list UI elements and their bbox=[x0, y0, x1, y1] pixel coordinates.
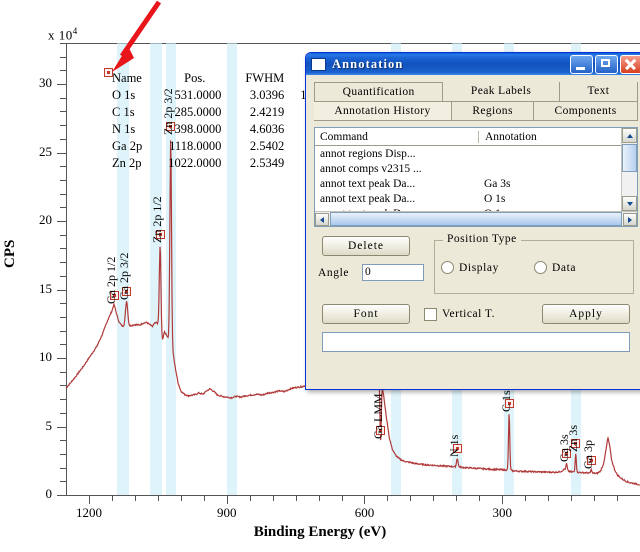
table-row[interactable]: Ga 2p1118.00002.54023 bbox=[112, 138, 319, 155]
angle-label: Angle bbox=[318, 266, 350, 279]
history-col-annotation: Annotation bbox=[485, 130, 537, 143]
table-cell-fw: 2.4219 bbox=[249, 105, 285, 119]
x-axis-title: Binding Energy (eV) bbox=[253, 524, 387, 540]
annotation-dialog[interactable]: Annotation Quantification Peak Labels Text… bbox=[305, 52, 640, 390]
radio-data[interactable]: Data bbox=[534, 261, 627, 274]
command-input[interactable] bbox=[322, 332, 630, 352]
table-row[interactable]: C 1s285.00002.42197 bbox=[112, 104, 319, 121]
radio-data-label: Data bbox=[552, 261, 577, 274]
table-cell-nm: Ga 2p bbox=[112, 139, 143, 153]
tab-quantification[interactable]: Quantification bbox=[314, 82, 444, 102]
close-icon[interactable] bbox=[620, 54, 640, 74]
table-cell-ps: 398.0000 bbox=[174, 122, 222, 136]
red-arrow-icon bbox=[112, 0, 162, 72]
table-row[interactable]: O 1s531.00003.0396101 bbox=[112, 87, 319, 104]
table-row[interactable]: N 1s398.00004.60362 bbox=[112, 121, 319, 138]
annotation-history-list[interactable]: Command Annotation annot regions Disp...… bbox=[314, 127, 638, 227]
vscroll-thumb[interactable] bbox=[622, 144, 637, 172]
scroll-left-icon[interactable] bbox=[315, 212, 329, 226]
table-cell-fw: 2.5402 bbox=[249, 139, 285, 153]
dialog-titlebar[interactable]: Annotation bbox=[306, 53, 640, 75]
peak-label[interactable]: Ga LMM bbox=[371, 394, 386, 440]
table-cell-ps: 1022.0000 bbox=[168, 156, 222, 170]
dialog-tabs-row-2[interactable]: Annotation History Regions Components bbox=[314, 102, 638, 121]
history-command: annot comps v2315 ... bbox=[320, 162, 422, 175]
history-row[interactable]: annot text peak Da... O 1s bbox=[315, 191, 637, 206]
tab-annotation-history[interactable]: Annotation History bbox=[314, 102, 452, 120]
peak-label[interactable]: N 1s bbox=[447, 435, 462, 457]
history-annotation: O 1s bbox=[484, 192, 506, 205]
hscroll-thumb[interactable] bbox=[330, 212, 622, 226]
history-horizontal-scrollbar[interactable] bbox=[315, 211, 637, 226]
history-command: annot text peak Da... bbox=[320, 192, 416, 205]
y-axis-title: CPS bbox=[2, 239, 18, 268]
scroll-down-icon[interactable] bbox=[622, 196, 637, 211]
table-cell-ps: 531.0000 bbox=[174, 88, 222, 102]
history-row[interactable]: annot comps v2315 ... bbox=[315, 161, 637, 176]
checkbox-icon[interactable] bbox=[424, 307, 437, 321]
peak-label[interactable]: Ga 2p 3/2 bbox=[117, 252, 132, 299]
table-cell-nm: Zn 2p bbox=[112, 156, 142, 170]
table-cell-ps: 1118.0000 bbox=[169, 139, 222, 153]
vertical-text-checkbox[interactable]: Vertical T. bbox=[424, 307, 542, 321]
history-col-command: Command bbox=[315, 130, 479, 143]
table-cell-fw: 4.6036 bbox=[249, 122, 285, 136]
dialog-title: Annotation bbox=[332, 56, 404, 71]
tab-text[interactable]: Text bbox=[559, 82, 638, 102]
scroll-right-icon[interactable] bbox=[623, 212, 637, 226]
history-command: annot text peak Da... bbox=[320, 177, 416, 190]
maximize-icon[interactable] bbox=[595, 54, 618, 74]
dialog-tabs-row-1[interactable]: Quantification Peak Labels Text bbox=[314, 82, 638, 102]
vertical-text-label: Vertical T. bbox=[442, 308, 495, 320]
tab-components[interactable]: Components bbox=[534, 102, 638, 120]
history-command: annot regions Disp... bbox=[320, 147, 416, 160]
scroll-up-icon[interactable] bbox=[622, 128, 637, 143]
minimize-icon[interactable] bbox=[570, 54, 593, 74]
angle-input[interactable]: 0 bbox=[362, 264, 424, 281]
position-type-group: Position Type Display Data bbox=[434, 233, 634, 294]
window-icon bbox=[311, 57, 326, 71]
col-header-name: Name bbox=[112, 71, 142, 85]
radio-display-label: Display bbox=[459, 261, 499, 274]
col-header-fwhm: FWHM bbox=[245, 71, 285, 85]
quantification-results-table[interactable]: Name Pos. FWHM O 1s531.00003.0396101C 1s… bbox=[112, 70, 319, 172]
radio-display[interactable]: Display bbox=[441, 261, 534, 274]
history-annotation: Ga 3s bbox=[484, 177, 511, 190]
table-cell-ps: 285.0000 bbox=[174, 105, 222, 119]
apply-button[interactable]: Apply bbox=[542, 304, 630, 324]
position-type-legend: Position Type bbox=[443, 233, 521, 245]
radio-display-icon[interactable] bbox=[441, 261, 454, 274]
history-vertical-scrollbar[interactable] bbox=[621, 128, 637, 211]
tab-regions[interactable]: Regions bbox=[452, 102, 535, 120]
table-header-row: Name Pos. FWHM bbox=[112, 70, 319, 87]
peak-label[interactable]: Zn 3s bbox=[566, 425, 581, 452]
history-row[interactable]: annot text peak Da... Ga 3s bbox=[315, 176, 637, 191]
col-header-pos: Pos. bbox=[184, 71, 206, 85]
font-button[interactable]: Font bbox=[322, 304, 410, 324]
peak-label[interactable]: C 1s bbox=[499, 390, 514, 412]
history-row[interactable]: annot regions Disp... bbox=[315, 146, 637, 161]
table-cell-fw: 3.0396 bbox=[249, 88, 285, 102]
peak-label[interactable]: Zn 2p 1/2 bbox=[150, 197, 165, 244]
table-cell-fw: 2.5349 bbox=[249, 156, 285, 170]
table-cell-nm: N 1s bbox=[112, 122, 136, 136]
table-row[interactable]: Zn 2p1022.00002.534926 bbox=[112, 155, 319, 172]
table-cell-nm: O 1s bbox=[112, 88, 136, 102]
radio-data-icon[interactable] bbox=[534, 261, 547, 274]
peak-label[interactable]: Ga 3p bbox=[581, 440, 596, 469]
tab-peak-labels[interactable]: Peak Labels bbox=[443, 82, 560, 102]
history-header-row: Command Annotation bbox=[315, 128, 637, 146]
table-cell-nm: C 1s bbox=[112, 105, 135, 119]
delete-button[interactable]: Delete bbox=[322, 236, 410, 256]
